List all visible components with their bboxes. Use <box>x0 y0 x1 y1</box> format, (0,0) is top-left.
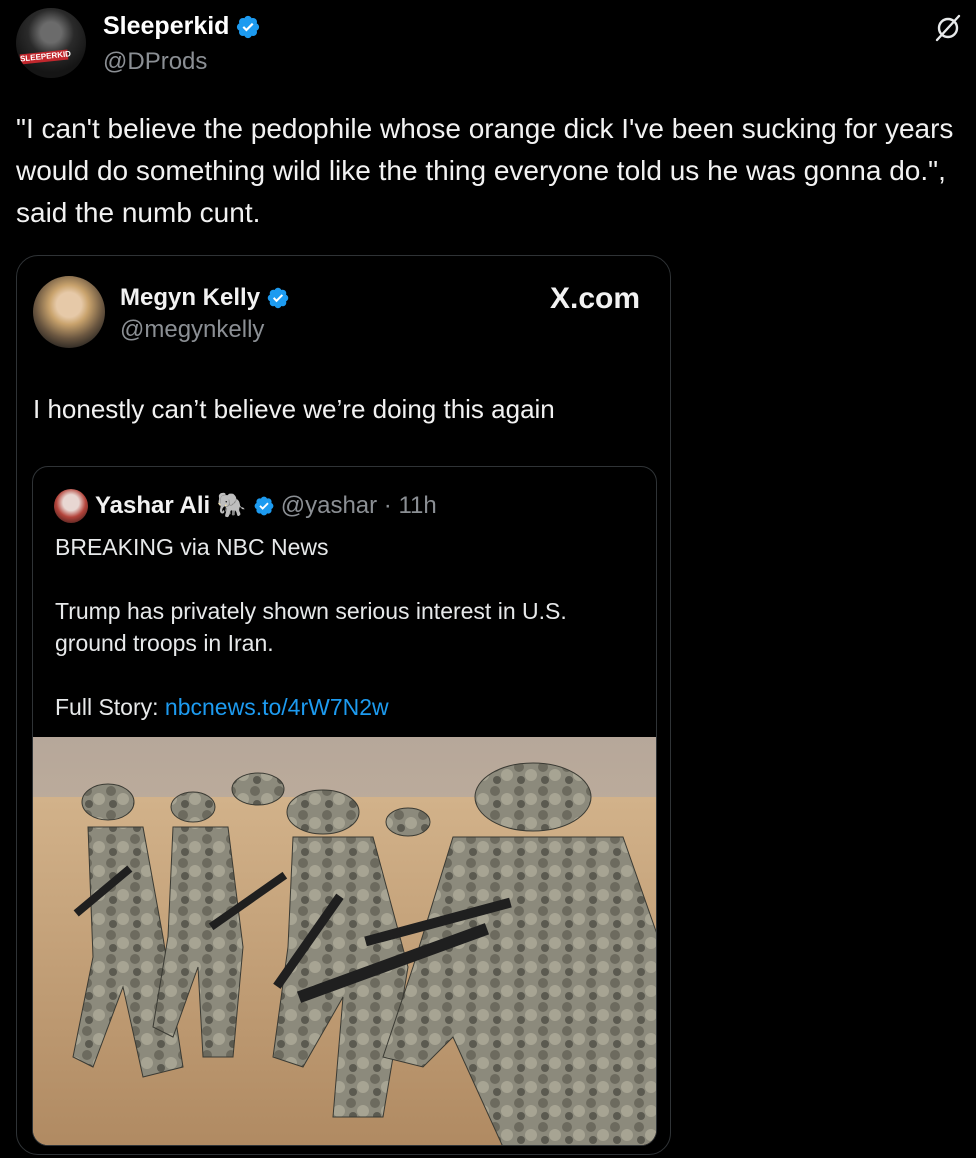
source-label: X.com <box>549 282 640 315</box>
verified-badge-icon <box>254 496 274 515</box>
avatar-logo: SLEEPERKID <box>19 49 72 65</box>
nested-author-name[interactable]: Yashar Ali 🐘 <box>95 491 247 520</box>
verified-badge-icon <box>267 287 289 309</box>
quoted-author-name[interactable]: Megyn Kelly <box>120 284 260 312</box>
nested-text-headline: BREAKING via NBC News <box>55 534 329 560</box>
author-name-row[interactable]: Sleeperkid <box>103 12 261 41</box>
link-prefix: Full Story: <box>55 694 165 720</box>
quoted-post-card[interactable]: Megyn Kelly @megynkelly X.com I honestly… <box>16 255 671 1155</box>
author-avatar[interactable]: SLEEPERKID <box>16 8 86 78</box>
nested-author-avatar[interactable] <box>54 489 88 523</box>
news-photo[interactable] <box>33 737 657 1146</box>
nested-text-body: Trump has privately shown serious intere… <box>55 598 567 656</box>
post-text: "I can't believe the pedophile whose ora… <box>16 113 954 228</box>
quoted-author-handle[interactable]: @megynkelly <box>120 316 264 344</box>
grok-icon[interactable] <box>934 14 962 42</box>
verified-badge-icon <box>237 15 260 38</box>
nested-quote-card[interactable]: Yashar Ali 🐘 @yashar · 11h BREAKING via … <box>32 466 657 1146</box>
quoted-post-text: I honestly can’t believe we’re doing thi… <box>33 394 555 424</box>
nested-author-row: Yashar Ali 🐘 @yashar · 11h <box>95 491 437 520</box>
nested-handle-time[interactable]: @yashar · 11h <box>281 492 437 520</box>
nested-text-link-row: Full Story: nbcnews.to/4rW7N2w <box>55 691 389 723</box>
quoted-author-name-row[interactable]: Megyn Kelly <box>120 284 290 312</box>
author-handle[interactable]: @DProds <box>103 48 207 76</box>
quoted-author-avatar[interactable] <box>33 276 105 348</box>
story-link[interactable]: nbcnews.to/4rW7N2w <box>165 694 389 720</box>
author-name[interactable]: Sleeperkid <box>103 12 229 41</box>
